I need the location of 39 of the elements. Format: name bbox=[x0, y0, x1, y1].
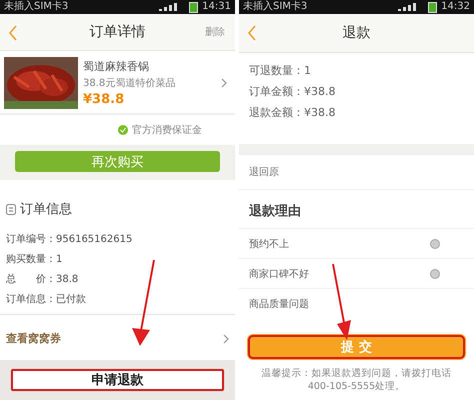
reason-label: 商品质量问题 bbox=[249, 298, 309, 310]
coupon-link-text: 查看窝窝券 bbox=[6, 331, 61, 346]
section-title: 订单信息 bbox=[20, 201, 72, 218]
carrier-text: 未插入SIM卡3 bbox=[243, 0, 308, 14]
clock-text: 14:31 bbox=[202, 0, 231, 14]
check-icon bbox=[118, 125, 128, 136]
reason-label: 商家口碑不好 bbox=[249, 268, 309, 280]
info-row-text: 退款金额：¥38.8 bbox=[249, 105, 336, 120]
reason-label: 预约不上 bbox=[249, 238, 289, 250]
radio-button[interactable] bbox=[430, 268, 440, 278]
document-icon bbox=[6, 204, 16, 214]
reason-option[interactable]: 预约不上 bbox=[239, 228, 474, 258]
guarantee-text: 官方消费保证金 bbox=[132, 124, 202, 138]
coupon-link[interactable]: 查看窝窝券 bbox=[0, 314, 235, 360]
product-card[interactable]: 蜀道麻辣香锅 38.8元蜀道特价菜品 ¥38.8 bbox=[0, 51, 235, 114]
radio-button[interactable] bbox=[430, 238, 440, 248]
info-row-text: 订单编号：956165162615 bbox=[6, 232, 134, 246]
info-row-text: 订单金额：¥38.8 bbox=[249, 84, 336, 99]
refund-method-row[interactable]: 退回原 bbox=[239, 154, 474, 189]
page-title: 退款 bbox=[342, 24, 370, 42]
section-title: 退款理由 bbox=[239, 189, 474, 228]
reason-option[interactable]: 商家口碑不好 bbox=[239, 258, 474, 288]
back-icon[interactable] bbox=[247, 25, 257, 41]
refund-method-text: 退回原 bbox=[249, 167, 279, 178]
carrier-text: 未插入SIM卡3 bbox=[4, 0, 68, 14]
product-price: ¥38.8 bbox=[83, 92, 126, 108]
chevron-icon bbox=[223, 334, 229, 344]
back-icon[interactable] bbox=[8, 25, 18, 41]
clock-text: 14:32 bbox=[441, 0, 470, 14]
info-row-text: 购买数量：1 bbox=[6, 253, 64, 266]
product-name: 蜀道麻辣香锅 bbox=[83, 59, 150, 74]
refund-button[interactable]: 申请退款 bbox=[10, 368, 225, 392]
tip-text: 温馨提示：如果退款遇到问题，请拨打电话400-105-5555处理。 bbox=[260, 368, 452, 394]
chevron-icon bbox=[221, 78, 227, 88]
product-description: 38.8元蜀道特价菜品 bbox=[83, 76, 176, 90]
info-row-text: 订单信息：已付款 bbox=[6, 292, 87, 306]
page-title: 订单详情 bbox=[90, 23, 146, 42]
info-row-text: 总 价：38.8 bbox=[6, 272, 80, 286]
info-row-text: 可退数量：1 bbox=[249, 63, 312, 78]
